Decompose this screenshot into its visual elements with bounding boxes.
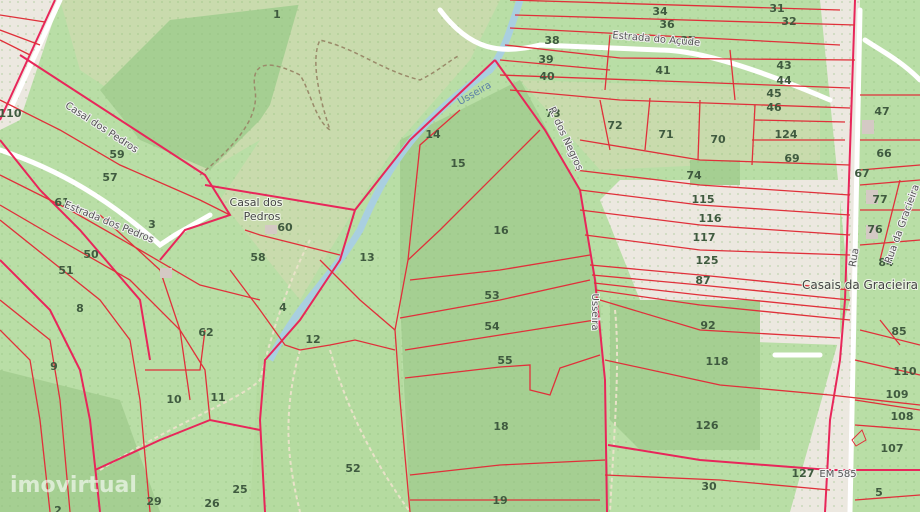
- parcel-label: 69: [784, 152, 799, 165]
- parcel-label: 76: [867, 223, 883, 236]
- building: [160, 268, 172, 278]
- parcel-label: 30: [701, 480, 717, 493]
- parcel-label: 77: [872, 193, 887, 206]
- parcel-label: 92: [700, 319, 715, 332]
- parcel-label: 38: [544, 34, 559, 47]
- parcel-label: 41: [655, 64, 670, 77]
- parcel-label: 1: [273, 8, 281, 21]
- parcel-label: 54: [484, 320, 500, 333]
- parcel-label: 66: [876, 147, 892, 160]
- parcel-label: 51: [58, 264, 73, 277]
- parcel-label: 117: [693, 231, 716, 244]
- watermark-logo: imovirtual: [10, 473, 137, 498]
- parcel-label: 11: [210, 391, 225, 404]
- parcel-label: 47: [874, 105, 889, 118]
- parcel-label: 67: [854, 167, 869, 180]
- parcel-label: 72: [607, 119, 622, 132]
- parcel-label: 8: [76, 302, 84, 315]
- parcel-label: 5: [875, 486, 883, 499]
- parcel-label: 2: [54, 504, 62, 512]
- cadastral-map[interactable]: 1 14 15 59 57 61 3 60 58 13 16 50 51 8 4…: [0, 0, 920, 512]
- building: [265, 225, 277, 234]
- place-casais-da-gracieira: Casais da Gracieira: [802, 278, 918, 292]
- parcel-label: 31: [769, 2, 784, 15]
- parcel-label: 118: [706, 355, 729, 368]
- parcel-label: 58: [250, 251, 265, 264]
- parcel-label: 44: [776, 74, 792, 87]
- parcel-label: 40: [539, 70, 555, 83]
- parcel-label: 110: [894, 365, 917, 378]
- parcel-label: 52: [345, 462, 360, 475]
- parcel-label: 9: [50, 360, 58, 373]
- place-casal-dos-pedros-line2: Pedros: [244, 210, 281, 223]
- building: [862, 120, 874, 134]
- parcel-label: 70: [710, 133, 726, 146]
- parcel-label: 125: [696, 254, 719, 267]
- parcel-label: 53: [484, 289, 499, 302]
- parcel-label: 29: [146, 495, 161, 508]
- parcel-label: 25: [232, 483, 247, 496]
- parcel-label: 34: [652, 5, 668, 18]
- parcel-label: 50: [83, 248, 99, 261]
- parcel-label: 87: [695, 274, 710, 287]
- parcel-label: 16: [493, 224, 509, 237]
- parcel-label: 4: [279, 301, 287, 314]
- parcel-label: 10: [166, 393, 182, 406]
- road-label-em585: EM 585: [819, 469, 856, 480]
- place-casal-dos-pedros-line1: Casal dos: [230, 196, 283, 209]
- parcel-label: 74: [686, 169, 702, 182]
- parcel-label: 14: [425, 128, 441, 141]
- parcel-label: 110: [0, 107, 22, 120]
- parcel-label: 85: [891, 325, 906, 338]
- parcel-label: 18: [493, 420, 508, 433]
- parcel-label: 116: [699, 212, 722, 225]
- parcel-label: 127: [792, 467, 815, 480]
- parcel-label: 15: [450, 157, 465, 170]
- parcel-label: 108: [891, 410, 914, 423]
- parcel-label: 12: [305, 333, 320, 346]
- parcel-label: 126: [696, 419, 719, 432]
- parcel-label: 26: [204, 497, 220, 510]
- parcel-label: 36: [659, 18, 675, 31]
- parcel-label: 71: [658, 128, 673, 141]
- parcel-label: 39: [538, 53, 553, 66]
- parcel-label: 45: [766, 87, 781, 100]
- parcel-label: 55: [497, 354, 512, 367]
- parcel-label: 124: [775, 128, 798, 141]
- parcel-label: 62: [198, 326, 213, 339]
- parcel-label: 46: [766, 101, 782, 114]
- parcel-label: 107: [881, 442, 904, 455]
- parcel-label: 115: [692, 193, 715, 206]
- parcel-label: 57: [102, 171, 117, 184]
- parcel-label: 19: [492, 494, 507, 507]
- parcel-label: 32: [781, 15, 796, 28]
- parcel-label: 3: [148, 218, 156, 231]
- parcel-label: 109: [886, 388, 909, 401]
- street-label-usseira: Usseira: [589, 294, 600, 331]
- parcel-label: 43: [776, 59, 791, 72]
- parcel-label: 13: [359, 251, 374, 264]
- parcel-label: 59: [109, 148, 124, 161]
